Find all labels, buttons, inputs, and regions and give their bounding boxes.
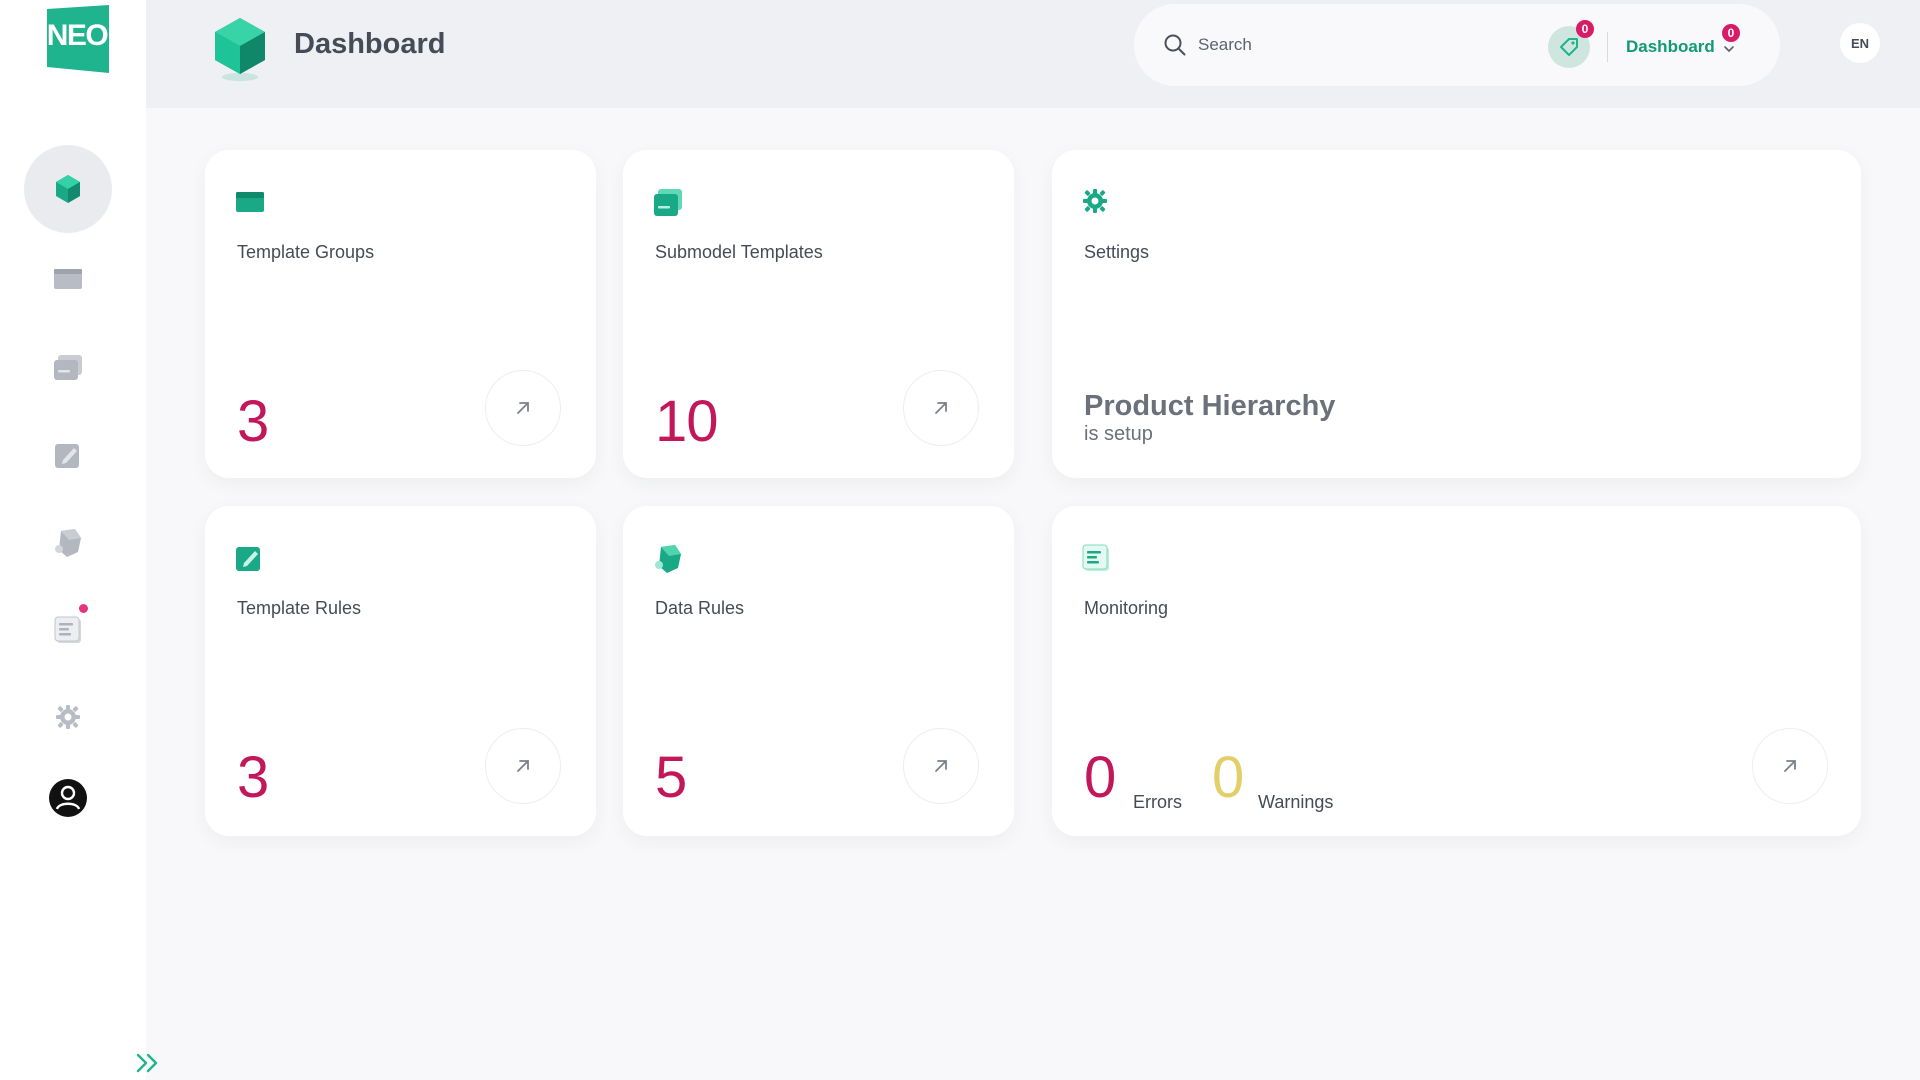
dashboard-dropdown-badge: 0 bbox=[1722, 24, 1740, 42]
search-icon bbox=[1164, 34, 1186, 56]
arrow-up-right-icon bbox=[935, 760, 947, 772]
arrow-up-right-icon bbox=[517, 760, 529, 772]
tag-badge: 0 bbox=[1576, 20, 1594, 38]
folder-icon bbox=[236, 192, 264, 212]
card-title: Template Groups bbox=[237, 242, 375, 262]
card-title: Submodel Templates bbox=[655, 242, 823, 262]
dashboard-dropdown-label: Dashboard bbox=[1626, 37, 1715, 56]
card-title: Data Rules bbox=[655, 598, 745, 618]
neo-logo[interactable]: NEO bbox=[43, 5, 111, 73]
sidebar-expand-button[interactable] bbox=[130, 1048, 166, 1078]
stack-icon bbox=[54, 355, 82, 380]
language-button[interactable]: EN bbox=[1840, 23, 1880, 63]
brand-gem-icon bbox=[210, 15, 270, 86]
settings-status-title: Product Hierarchy bbox=[1084, 390, 1336, 422]
sidebar-item-template-rules[interactable] bbox=[24, 411, 112, 499]
arrow-up-right-icon bbox=[517, 402, 529, 414]
folder-icon bbox=[54, 269, 82, 289]
open-button[interactable] bbox=[903, 370, 979, 446]
user-icon bbox=[49, 779, 87, 817]
sidebar-item-settings[interactable] bbox=[24, 673, 112, 761]
tag-button[interactable]: 0 bbox=[1548, 20, 1594, 68]
sidebar-item-dashboard[interactable] bbox=[24, 145, 112, 233]
warnings-count: 0 bbox=[1212, 745, 1245, 810]
page-title: Dashboard bbox=[294, 28, 446, 60]
chevron-down-icon bbox=[1723, 46, 1734, 53]
card-value: 3 bbox=[237, 389, 269, 454]
card-template-groups[interactable]: Template Groups 3 bbox=[205, 150, 596, 478]
edit-icon bbox=[55, 444, 79, 468]
card-title: Settings bbox=[1084, 242, 1150, 262]
settings-status-subtitle: is setup bbox=[1084, 423, 1153, 445]
tag-icon bbox=[1560, 38, 1578, 56]
card-value: 5 bbox=[655, 745, 687, 810]
notification-dot bbox=[79, 604, 88, 613]
card-value: 3 bbox=[237, 745, 269, 810]
errors-label: Errors bbox=[1133, 792, 1182, 812]
open-button[interactable] bbox=[903, 728, 979, 804]
sidebar: NEO bbox=[0, 0, 158, 1080]
gem-icon bbox=[56, 175, 80, 203]
cube-icon bbox=[55, 529, 81, 557]
stack-icon bbox=[654, 189, 682, 216]
card-data-rules[interactable]: Data Rules 5 bbox=[623, 506, 1014, 836]
open-button[interactable] bbox=[1752, 728, 1828, 804]
list-icon bbox=[1082, 544, 1109, 571]
errors-count: 0 bbox=[1084, 745, 1117, 810]
sidebar-item-profile[interactable] bbox=[24, 754, 112, 842]
search-bar: 0 Dashboard 0 bbox=[1134, 4, 1780, 86]
warnings-label: Warnings bbox=[1258, 792, 1334, 812]
top-bar: Dashboard 0 Dashboard 0 EN bbox=[146, 0, 1920, 108]
arrow-up-right-icon bbox=[1784, 760, 1796, 772]
gear-icon bbox=[56, 705, 80, 729]
double-chevron-right-icon bbox=[136, 1053, 158, 1073]
card-title: Monitoring bbox=[1084, 598, 1169, 618]
divider bbox=[1607, 32, 1608, 62]
cube-icon bbox=[655, 545, 681, 573]
card-template-rules[interactable]: Template Rules 3 bbox=[205, 506, 596, 836]
sidebar-item-data-rules[interactable] bbox=[24, 499, 112, 587]
search-input[interactable] bbox=[1198, 28, 1498, 62]
logo-text: NEO bbox=[46, 19, 109, 52]
card-title: Template Rules bbox=[237, 598, 362, 618]
card-value: 10 bbox=[655, 389, 719, 454]
sidebar-item-template-groups[interactable] bbox=[24, 234, 112, 322]
gear-icon bbox=[1083, 189, 1107, 213]
card-settings[interactable]: Settings Product Hierarchy is setup bbox=[1052, 150, 1861, 478]
arrow-up-right-icon bbox=[935, 402, 947, 414]
sidebar-item-monitoring[interactable] bbox=[24, 586, 112, 674]
card-submodel-templates[interactable]: Submodel Templates 10 bbox=[623, 150, 1014, 478]
dashboard-dropdown[interactable]: Dashboard 0 bbox=[1616, 24, 1745, 66]
list-icon bbox=[54, 616, 81, 643]
card-monitoring[interactable]: Monitoring 0 Errors 0 Warnings bbox=[1052, 506, 1861, 836]
edit-icon bbox=[236, 547, 260, 571]
sidebar-item-submodel-templates[interactable] bbox=[24, 324, 112, 412]
open-button[interactable] bbox=[485, 728, 561, 804]
open-button[interactable] bbox=[485, 370, 561, 446]
